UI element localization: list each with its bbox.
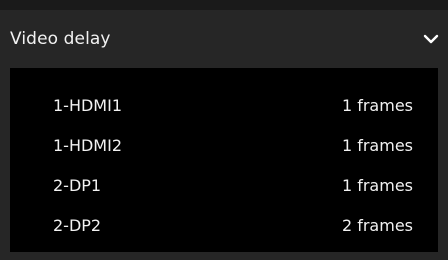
list-item: 2-DP2 2 frames — [10, 206, 438, 246]
input-name: 1-HDMI2 — [53, 136, 123, 155]
input-name: 1-HDMI1 — [53, 96, 123, 115]
delay-value: 1 frames — [341, 96, 413, 115]
video-delay-panel: Video delay 1-HDMI1 1 frames 1-HDMI2 1 f… — [0, 0, 448, 260]
panel-title: Video delay — [10, 29, 111, 49]
chevron-down-icon[interactable] — [420, 30, 442, 50]
delay-value: 1 frames — [341, 176, 413, 195]
list-item: 2-DP1 1 frames — [10, 166, 438, 206]
delay-value: 2 frames — [341, 216, 413, 235]
list-item: 1-HDMI2 1 frames — [10, 126, 438, 166]
delay-value: 1 frames — [341, 136, 413, 155]
input-name: 2-DP1 — [53, 176, 102, 195]
panel-body: 1-HDMI1 1 frames 1-HDMI2 1 frames 2-DP1 … — [0, 68, 448, 260]
video-delay-list: 1-HDMI1 1 frames 1-HDMI2 1 frames 2-DP1 … — [10, 68, 438, 252]
input-name: 2-DP2 — [53, 216, 102, 235]
list-item: 1-HDMI1 1 frames — [10, 86, 438, 126]
video-delay-header[interactable]: Video delay — [0, 10, 448, 68]
